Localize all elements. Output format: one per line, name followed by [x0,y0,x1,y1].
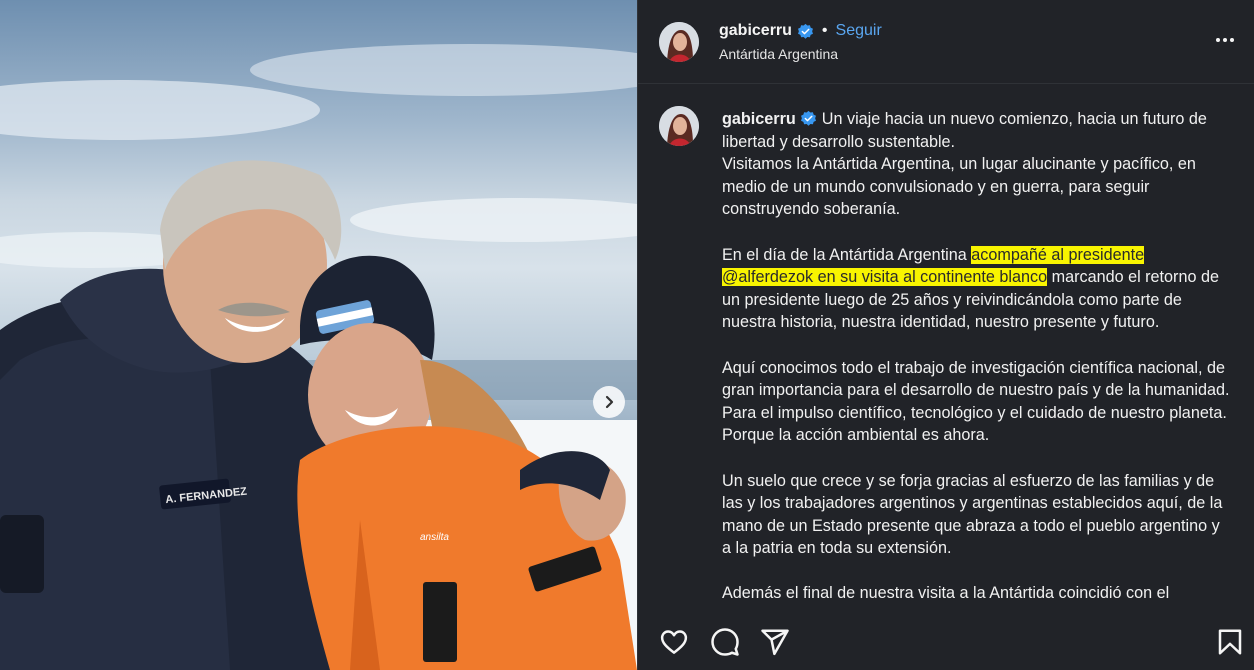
next-photo-button[interactable] [593,386,625,418]
verified-badge-icon [797,23,813,39]
caption-paragraph-5: Además el final de nuestra visita a la A… [722,584,1170,603]
verified-badge-icon [801,110,817,126]
heart-icon[interactable] [659,627,689,657]
bookmark-icon[interactable] [1215,627,1245,657]
caption-area: gabicerru Un viaje hacia un nuevo comien… [638,84,1254,610]
caption-username[interactable]: gabicerru [722,110,796,128]
avatar[interactable] [659,22,699,62]
chevron-right-icon [605,395,614,409]
post-photo[interactable]: A. FERNANDEZ ansilta [0,0,637,670]
caption-avatar[interactable] [659,106,699,146]
avatar-image [659,106,699,146]
location-link[interactable]: Antártida Argentina [719,46,838,62]
jacket-brand-text: ansilta [420,532,449,543]
photo-scene: A. FERNANDEZ ansilta [0,44,637,670]
caption-paragraph-1b: Visitamos la Antártida Argentina, un lug… [722,155,1196,219]
header-user-line: gabicerru • Seguir [719,22,882,40]
username-link[interactable]: gabicerru [719,22,792,40]
caption-paragraph-2-start: En el día de la Antártida Argentina [722,245,972,264]
caption-paragraph-3: Aquí conocimos todo el trabajo de invest… [722,358,1230,445]
share-icon[interactable] [760,627,790,657]
caption-text: gabicerru Un viaje hacia un nuevo comien… [722,108,1232,610]
post-side-panel: gabicerru • Seguir Antártida Argentina g… [637,0,1254,670]
caption-paragraph-2: En el día de la Antártida Argentina acom… [722,244,1232,334]
instagram-post-view: A. FERNANDEZ ansilta gabicerru • Seguir … [0,0,1254,670]
comment-icon[interactable] [710,627,740,657]
post-header: gabicerru • Seguir Antártida Argentina [638,0,1254,84]
more-options-icon[interactable] [1216,30,1240,50]
avatar-image [659,22,699,62]
caption-paragraph-4: Un suelo que crece y se forja gracias al… [722,471,1223,558]
post-actions-bar [638,612,1254,670]
follow-button[interactable]: Seguir [836,22,882,40]
separator-dot: • [821,22,828,39]
